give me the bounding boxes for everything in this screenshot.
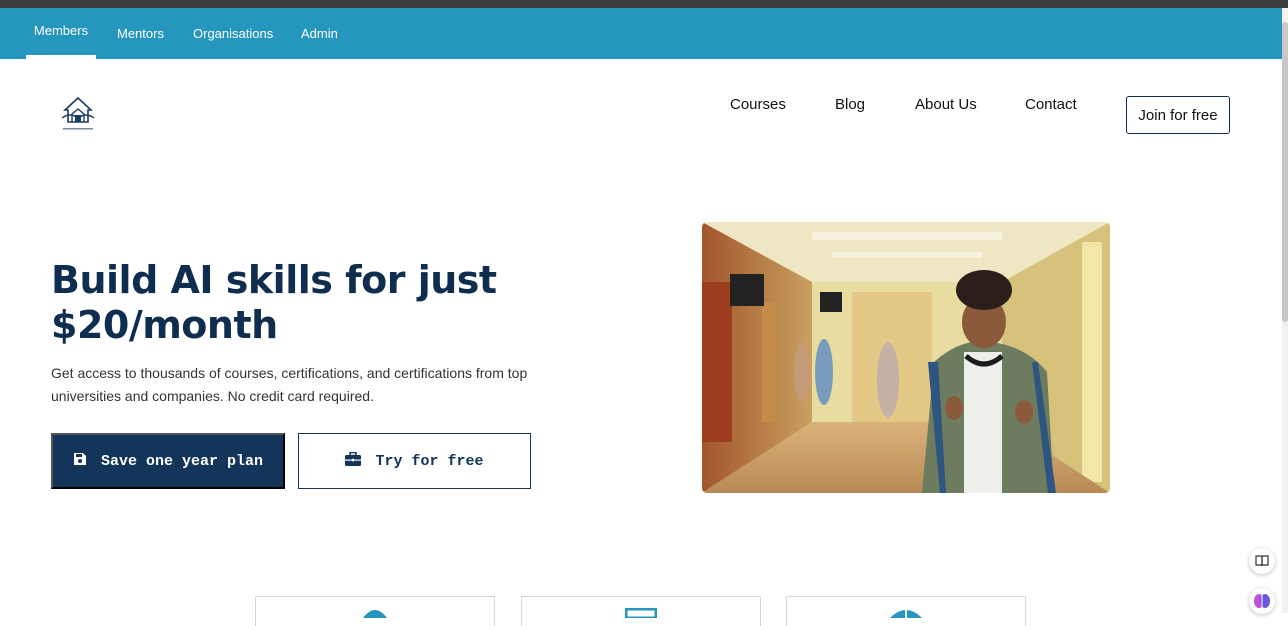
secondary-button-label: Try for free: [375, 452, 484, 470]
save-one-year-plan-button[interactable]: Save one year plan: [51, 433, 285, 489]
feature-card[interactable]: [786, 596, 1026, 626]
school-logo-icon[interactable]: [58, 96, 98, 134]
tab-mentors[interactable]: Mentors: [117, 8, 164, 59]
feature-card[interactable]: [521, 596, 761, 626]
hero-title: Build AI skills for just $20/month: [51, 258, 497, 347]
hero-subtitle: Get access to thousands of courses, cert…: [51, 365, 528, 404]
browser-chrome-strip: [0, 0, 1288, 8]
world-icon: [888, 605, 924, 623]
tab-admin[interactable]: Admin: [301, 8, 338, 59]
tab-label: Members: [33, 23, 89, 38]
reader-icon[interactable]: [1249, 548, 1275, 574]
student-in-hallway-photo: [702, 222, 1110, 493]
tab-label: Mentors: [117, 26, 164, 41]
tab-label: Admin: [301, 26, 338, 41]
scrollbar[interactable]: [1282, 8, 1288, 613]
feature-card[interactable]: [255, 596, 495, 626]
brain-icon[interactable]: [1249, 588, 1275, 614]
join-button-label: Join for free: [1138, 106, 1218, 124]
save-icon: [73, 452, 87, 471]
scrollbar-thumb[interactable]: [1282, 22, 1288, 322]
briefcase-icon: [345, 451, 362, 471]
globe-icon: [362, 605, 388, 623]
join-for-free-button[interactable]: Join for free: [1126, 96, 1230, 134]
top-role-nav: Members Mentors Organisations Admin: [0, 8, 1282, 59]
tab-members[interactable]: Members: [26, 8, 96, 59]
try-for-free-button[interactable]: Try for free: [298, 433, 531, 489]
nav-blog[interactable]: Blog: [835, 96, 865, 113]
tab-organisations[interactable]: Organisations: [193, 8, 273, 59]
nav-courses[interactable]: Courses: [730, 96, 786, 113]
tab-label: Organisations: [193, 26, 274, 41]
nav-about-us[interactable]: About Us: [915, 96, 977, 113]
primary-button-label: Save one year plan: [100, 452, 264, 470]
nav-contact[interactable]: Contact: [1025, 96, 1077, 113]
monitor-icon: [624, 605, 658, 623]
